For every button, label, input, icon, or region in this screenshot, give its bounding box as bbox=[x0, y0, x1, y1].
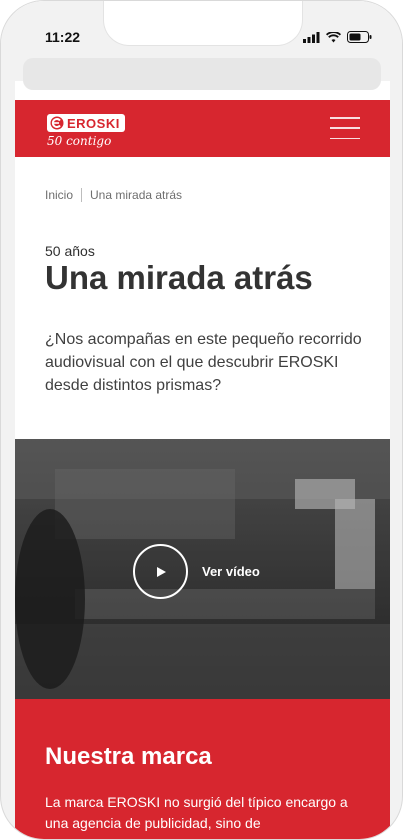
wifi-icon bbox=[326, 31, 341, 42]
page-title: Una mirada atrás bbox=[45, 259, 313, 296]
status-icons bbox=[303, 31, 372, 43]
brand-text: La marca EROSKI no surgió del típico enc… bbox=[45, 794, 348, 831]
battery-icon bbox=[347, 31, 372, 43]
status-time: 11:22 bbox=[45, 29, 81, 45]
phone-frame: 11:22 EROSKI 50 contigo Inicio Una mirad… bbox=[0, 0, 403, 840]
breadcrumb-home[interactable]: Inicio bbox=[45, 188, 73, 202]
page-eyebrow: 50 años bbox=[45, 243, 95, 259]
web-page: EROSKI 50 contigo Inicio Una mirada atrá… bbox=[15, 1, 390, 839]
play-label[interactable]: Ver vídeo bbox=[202, 564, 260, 579]
signal-icon bbox=[303, 31, 320, 43]
intro-text: ¿Nos acompañas en este pequeño recorrido… bbox=[45, 331, 362, 394]
browser-url-bar[interactable] bbox=[23, 58, 381, 90]
play-icon bbox=[156, 566, 166, 577]
notch bbox=[103, 1, 303, 46]
brand-section: Nuestra marca La marca EROSKI no surgió … bbox=[15, 699, 390, 839]
hamburger-menu-icon[interactable] bbox=[330, 117, 360, 139]
site-header: EROSKI 50 contigo bbox=[15, 100, 390, 157]
breadcrumb: Inicio Una mirada atrás bbox=[45, 188, 182, 202]
logo-badge: EROSKI bbox=[47, 114, 125, 132]
eroski-e-icon bbox=[50, 116, 64, 130]
logo-text: EROSKI bbox=[67, 115, 120, 131]
eroski-logo[interactable]: EROSKI 50 contigo bbox=[47, 114, 125, 148]
breadcrumb-separator bbox=[81, 188, 83, 202]
video-thumbnail[interactable]: Ver vídeo bbox=[15, 439, 390, 699]
play-button[interactable] bbox=[133, 544, 188, 599]
logo-subtitle: 50 contigo bbox=[47, 134, 112, 148]
play-video-control[interactable]: Ver vídeo bbox=[133, 544, 260, 599]
brand-title: Nuestra marca bbox=[45, 743, 212, 770]
breadcrumb-current: Una mirada atrás bbox=[90, 188, 183, 202]
